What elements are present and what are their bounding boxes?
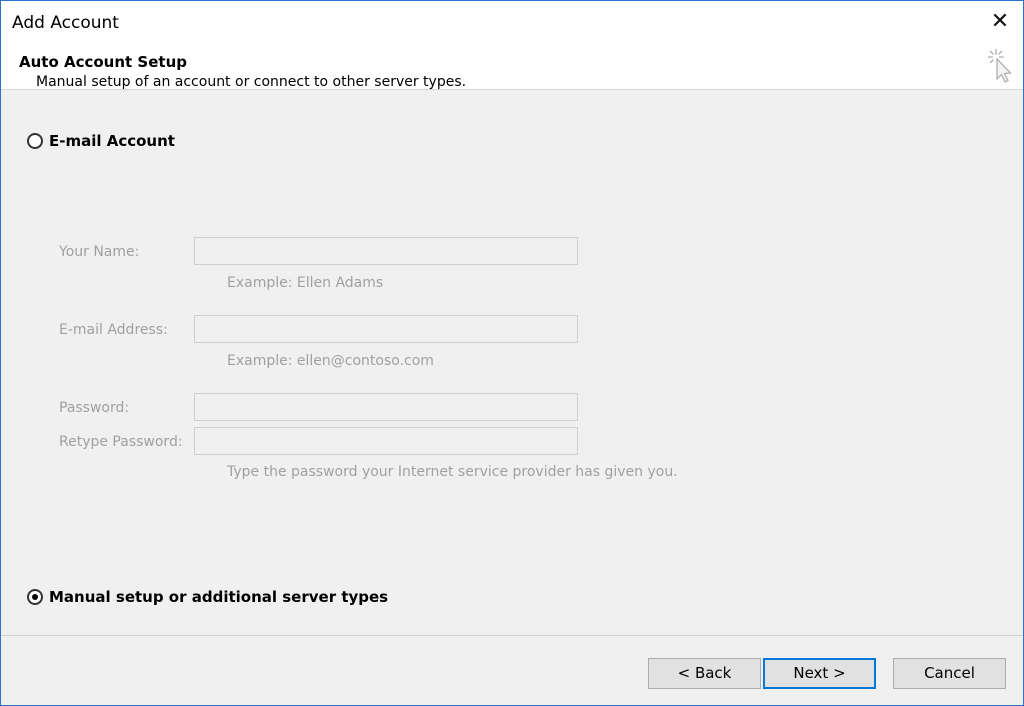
next-button[interactable]: Next > [763, 658, 876, 689]
radio-circle-selected [27, 589, 43, 605]
footer-divider [1, 635, 1023, 636]
retype-password-label: Retype Password: [59, 434, 183, 450]
your-name-hint: Example: Ellen Adams [227, 275, 384, 291]
wizard-header: Auto Account Setup Manual setup of an ac… [1, 45, 1023, 90]
password-label: Password: [59, 400, 130, 416]
manual-setup-label: Manual setup or additional server types [49, 588, 389, 606]
cursor-click-icon [988, 49, 1012, 83]
title-bar: Add Account ✕ [1, 1, 1023, 45]
radio-circle [27, 133, 43, 149]
close-icon[interactable]: ✕ [987, 9, 1013, 35]
retype-password-input[interactable] [194, 427, 578, 455]
add-account-dialog: Add Account ✕ Auto Account Setup Manual … [0, 0, 1024, 706]
password-input[interactable] [194, 393, 578, 421]
back-button[interactable]: < Back [648, 658, 761, 689]
email-address-label: E-mail Address: [59, 322, 168, 338]
your-name-label: Your Name: [59, 244, 140, 260]
password-hint: Type the password your Internet service … [227, 464, 678, 480]
window-title: Add Account [12, 13, 119, 33]
cancel-button[interactable]: Cancel [893, 658, 1006, 689]
email-address-hint: Example: ellen@contoso.com [227, 353, 434, 369]
email-account-radio[interactable]: E-mail Account [27, 132, 175, 150]
header-title: Auto Account Setup [19, 53, 187, 71]
header-subtitle: Manual setup of an account or connect to… [36, 74, 467, 90]
your-name-input[interactable] [194, 237, 578, 265]
email-account-label: E-mail Account [49, 132, 175, 150]
email-address-input[interactable] [194, 315, 578, 343]
manual-setup-radio[interactable]: Manual setup or additional server types [27, 588, 388, 606]
